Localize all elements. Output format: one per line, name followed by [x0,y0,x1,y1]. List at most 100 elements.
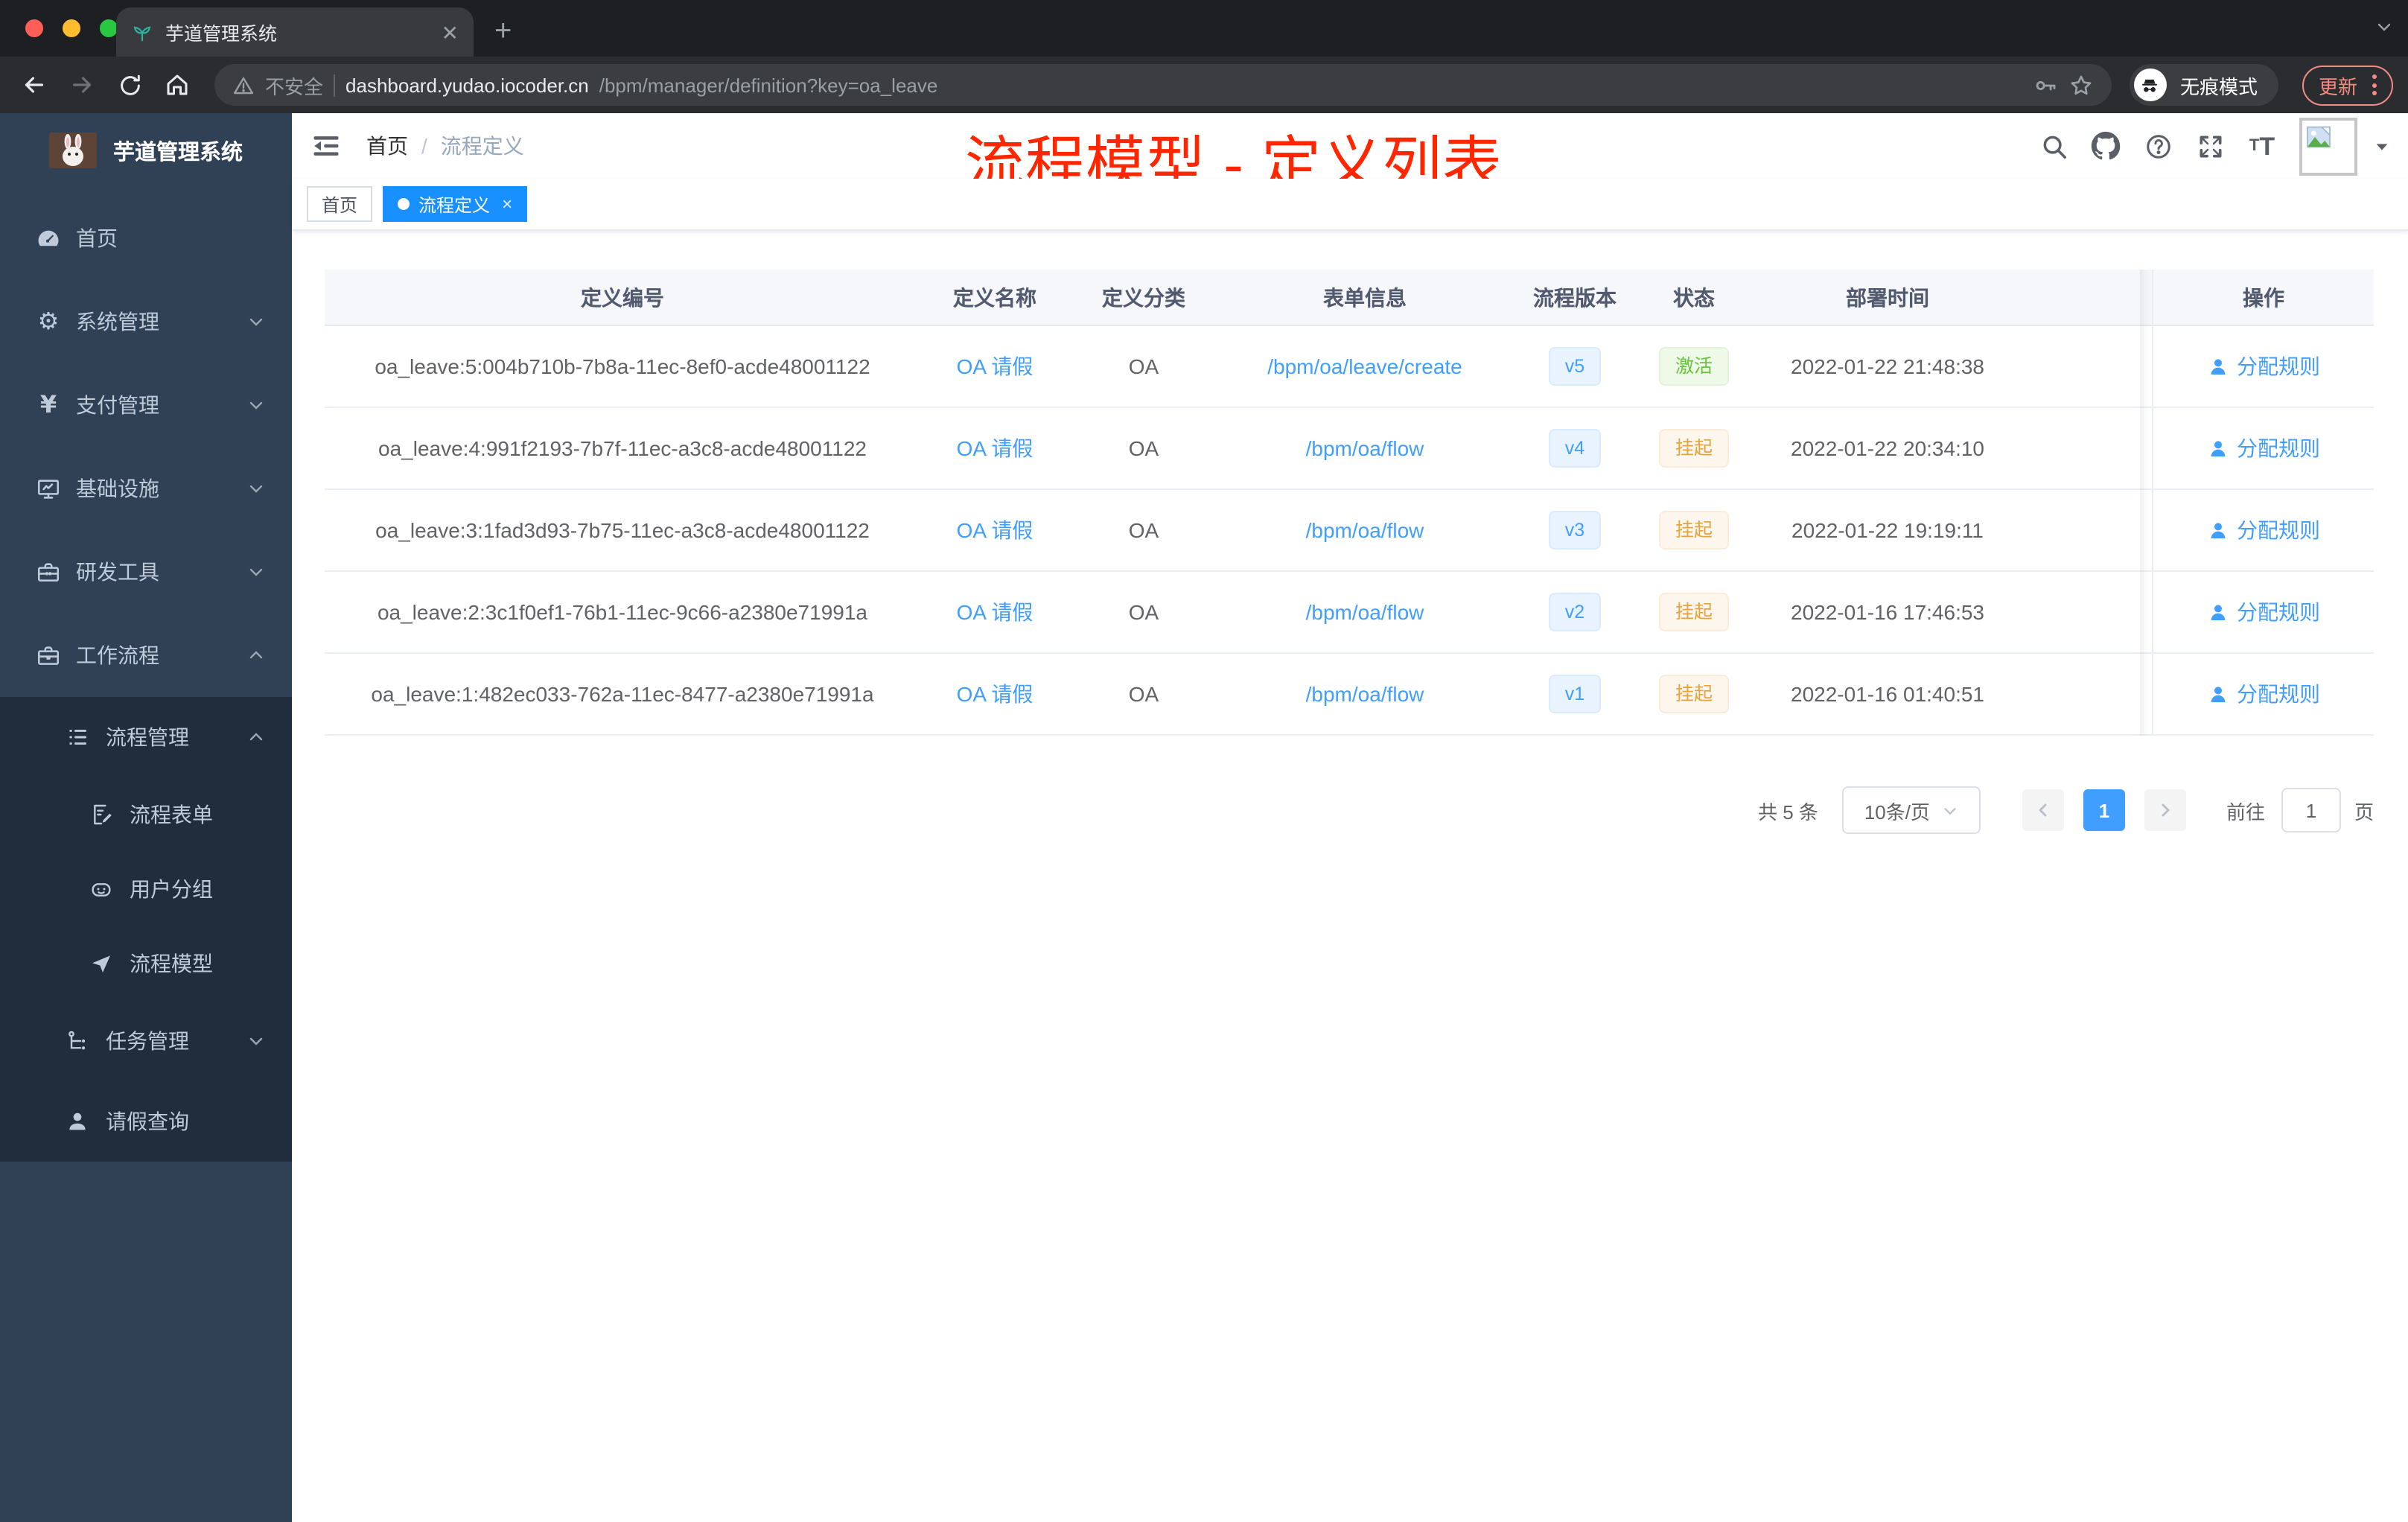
chevron-up-icon [247,728,265,746]
breadcrumb-current: 流程定义 [440,134,524,158]
sidebar-item-devtools[interactable]: 研发工具 [0,530,292,614]
gear-icon: ⚙ [37,306,60,334]
home-button[interactable] [158,66,197,104]
dashboard-icon [36,226,61,251]
version-badge: v1 [1548,675,1602,713]
col-header-category: 定义分类 [1102,285,1185,309]
chrome-menu-icon[interactable] [2372,74,2377,95]
font-size-icon[interactable]: TT [2247,131,2277,161]
reload-button[interactable] [110,66,149,104]
chevron-down-icon [247,1032,265,1050]
tag-home[interactable]: 首页 [307,186,373,222]
breadcrumb: 首页 / 流程定义 [366,131,524,161]
form-link[interactable]: /bpm/oa/flow [1306,682,1424,706]
back-button[interactable] [15,66,54,104]
tag-label: 首页 [322,194,358,215]
form-link[interactable]: /bpm/oa/leave/create [1267,354,1462,378]
avatar[interactable] [2299,117,2357,175]
tab-strip: 芋道管理系统 ✕ + [0,0,2408,57]
address-bar[interactable]: 不安全 dashboard.yudao.iocoder.cn /bpm/mana… [214,64,2112,106]
assign-rule-button[interactable]: 分配规则 [2207,679,2320,709]
sidebar-item-system[interactable]: ⚙ 系统管理 [0,280,292,363]
help-icon[interactable] [2143,131,2173,161]
form-link[interactable]: /bpm/oa/flow [1306,600,1424,624]
page-size-select[interactable]: 10条/页 [1841,786,1981,834]
window-close-button[interactable] [25,19,43,37]
sidebar-item-home[interactable]: 首页 [0,197,292,280]
table-row: oa_leave:3:1fad3d93-7b75-11ec-a3c8-acde4… [325,490,2374,572]
definition-category: OA [1128,354,1159,378]
sidebar-item-label: 流程管理 [106,725,189,749]
sidebar-item-payment[interactable]: ¥ 支付管理 [0,363,292,447]
chrome-update-button[interactable]: 更新 [2302,65,2393,105]
window-zoom-button[interactable] [100,19,118,37]
definition-name-link[interactable]: OA 请假 [957,515,1033,545]
sidebar-item-leave-query[interactable]: 请假查询 [0,1081,292,1162]
deploy-time: 2022-01-22 19:19:11 [1791,518,1984,542]
status-badge: 激活 [1658,347,1729,386]
deploy-time: 2022-01-16 17:46:53 [1791,600,1984,624]
avatar-caret-icon[interactable] [2374,138,2390,154]
sidebar-item-label: 流程表单 [130,803,213,827]
sidebar-item-process-management[interactable]: 流程管理 [0,697,292,777]
assign-rule-button[interactable]: 分配规则 [2207,597,2320,627]
form-link[interactable]: /bpm/oa/flow [1306,436,1424,460]
version-badge: v4 [1548,429,1602,468]
fullscreen-icon[interactable] [2195,131,2225,161]
search-icon[interactable] [2039,131,2068,161]
sidebar-item-task-management[interactable]: 任务管理 [0,1001,292,1081]
tab-close-icon[interactable]: ✕ [442,22,459,42]
tab-search-chevron-icon[interactable] [2375,18,2393,36]
robot-face-icon [89,876,115,902]
browser-toolbar: 不安全 dashboard.yudao.iocoder.cn /bpm/mana… [0,57,2408,113]
definition-name-link[interactable]: OA 请假 [957,679,1033,709]
assign-rule-button[interactable]: 分配规则 [2207,351,2320,381]
sidebar-item-process-model[interactable]: 流程模型 [0,926,292,1001]
form-link[interactable]: /bpm/oa/flow [1306,518,1424,542]
window-minimize-button[interactable] [63,19,80,37]
definition-name-link[interactable]: OA 请假 [957,433,1033,463]
col-header-actions: 操作 [2152,270,2374,325]
sidebar-item-infrastructure[interactable]: 基础设施 [0,447,292,530]
main-panel: 定义编号 定义名称 定义分类 表单信息 流程版本 状态 部署时间 操作 oa_l… [292,231,2408,1522]
definition-name-link[interactable]: OA 请假 [957,597,1033,627]
breadcrumb-home[interactable]: 首页 [366,131,408,161]
definition-name-link[interactable]: OA 请假 [957,351,1033,381]
chevron-down-icon [247,563,265,581]
assign-rule-button[interactable]: 分配规则 [2207,515,2320,545]
prev-page-button[interactable] [2022,789,2064,831]
next-page-button[interactable] [2144,789,2186,831]
table-row: oa_leave:1:482ec033-762a-11ec-8477-a2380… [325,654,2374,736]
page-number-current[interactable]: 1 [2083,789,2125,831]
sidebar-logo[interactable]: 芋道管理系统 [0,113,292,188]
incognito-icon [2133,69,2167,101]
sidebar-item-workflow[interactable]: 工作流程 [0,614,292,697]
tag-process-definition[interactable]: 流程定义 × [383,186,528,222]
assign-rule-button[interactable]: 分配规则 [2207,433,2320,463]
col-header-version: 流程版本 [1533,285,1617,309]
sidebar-fold-icon[interactable] [310,130,343,162]
sidebar-item-label: 研发工具 [76,560,159,584]
goto-page-input[interactable]: 1 [2281,788,2341,832]
sidebar-item-process-form[interactable]: 流程表单 [0,777,292,852]
browser-tab[interactable]: 芋道管理系统 ✕ [116,7,474,57]
chevron-right-icon [2162,803,2170,817]
tag-label: 流程定义 [418,194,491,215]
github-icon[interactable] [2091,131,2121,161]
password-key-icon[interactable] [2033,72,2058,98]
col-header-form: 表单信息 [1323,285,1407,309]
user-icon [2211,604,2226,620]
update-label: 更新 [2318,75,2357,98]
app-title: 芋道管理系统 [113,141,243,165]
col-header-name: 定义名称 [953,285,1036,309]
forward-button[interactable] [63,66,101,104]
new-tab-button[interactable]: + [494,15,512,49]
traffic-lights [25,19,118,37]
tag-close-icon[interactable]: × [502,194,512,214]
sidebar-item-user-group[interactable]: 用户分组 [0,852,292,926]
chevron-left-icon [2039,803,2047,817]
user-icon [2211,440,2226,456]
bookmark-star-icon[interactable] [2068,72,2094,98]
content-area: 首页 / 流程定义 流程模型 - 定义列表 T T 首页 流程定义 × 定义编号… [292,113,2408,1522]
security-warning-icon[interactable] [232,74,255,96]
